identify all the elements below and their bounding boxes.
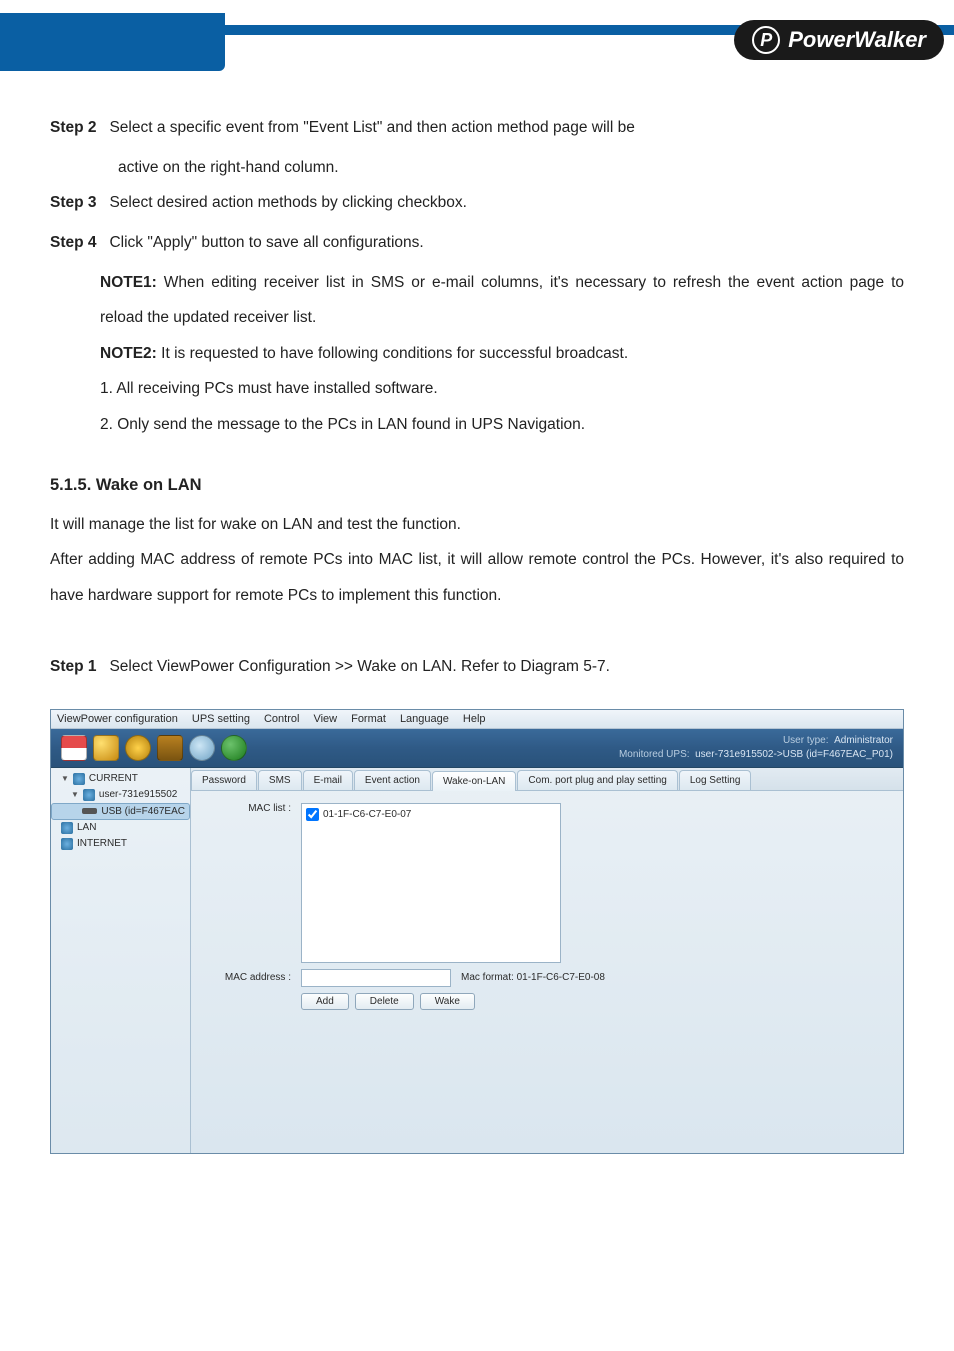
usb-icon (82, 808, 97, 814)
user-type-label: User type: (783, 735, 829, 746)
brand-logo-icon: P (752, 26, 780, 54)
note-1-label: NOTE1: (100, 274, 157, 291)
step-2-text-a: Select a specific event from "Event List… (109, 119, 634, 136)
mac-list-item[interactable]: 01-1F-C6-C7-E0-07 (306, 808, 556, 821)
menu-viewpower[interactable]: ViewPower configuration (57, 713, 178, 725)
tree-current[interactable]: ▼ CURRENT (51, 771, 190, 787)
wake-button[interactable]: Wake (420, 993, 475, 1010)
tab-email[interactable]: E-mail (303, 770, 353, 790)
tree-internet[interactable]: INTERNET (51, 836, 190, 852)
user-info: User type: Administrator Monitored UPS: … (619, 734, 893, 762)
mac-address-input[interactable] (301, 969, 451, 987)
chevron-down-icon: ▼ (61, 774, 69, 783)
app-body: ▼ CURRENT ▼ user-731e915502 USB (id=F467… (51, 768, 903, 1153)
note-2: NOTE2: It is requested to have following… (50, 336, 904, 372)
brand-logo: P PowerWalker (734, 20, 944, 60)
document-content: Step 2 Select a specific event from "Eve… (0, 80, 954, 709)
screen-icon (61, 822, 73, 834)
screen-icon (61, 838, 73, 850)
menu-language[interactable]: Language (400, 713, 449, 725)
mac-listbox[interactable]: 01-1F-C6-C7-E0-07 (301, 803, 561, 963)
tree-internet-label: INTERNET (77, 838, 127, 849)
tree-panel: ▼ CURRENT ▼ user-731e915502 USB (id=F467… (51, 768, 191, 1153)
tab-log-setting[interactable]: Log Setting (679, 770, 752, 790)
step-3: Step 3 Select desired action methods by … (50, 185, 904, 221)
mac-list-item-text: 01-1F-C6-C7-E0-07 (323, 809, 411, 820)
list-item-2: 2. Only send the message to the PCs in L… (50, 407, 904, 443)
menu-help[interactable]: Help (463, 713, 486, 725)
section-para-1: It will manage the list for wake on LAN … (50, 507, 904, 543)
mac-address-label: MAC address : (211, 972, 291, 983)
menu-ups-setting[interactable]: UPS setting (192, 713, 250, 725)
chevron-down-icon: ▼ (71, 790, 79, 799)
tab-com-port[interactable]: Com. port plug and play setting (517, 770, 677, 790)
add-button[interactable]: Add (301, 993, 349, 1010)
toolbar-globe-icon[interactable] (221, 735, 247, 761)
delete-button[interactable]: Delete (355, 993, 414, 1010)
tree-user-label: user-731e915502 (99, 789, 177, 800)
toolbar-icons (61, 735, 247, 761)
toolbar: User type: Administrator Monitored UPS: … (51, 729, 903, 768)
step-1-wol-label: Step 1 (50, 658, 97, 675)
step-2-continued: active on the right-hand column. (50, 150, 904, 186)
monitored-ups-label: Monitored UPS: (619, 749, 690, 760)
menubar: ViewPower configuration UPS setting Cont… (51, 710, 903, 729)
toolbar-settings-icon[interactable] (125, 735, 151, 761)
user-type-value: Administrator (834, 735, 893, 746)
tab-sms[interactable]: SMS (258, 770, 302, 790)
app-screenshot: ViewPower configuration UPS setting Cont… (0, 709, 954, 1154)
menu-format[interactable]: Format (351, 713, 386, 725)
note-1: NOTE1: When editing receiver list in SMS… (50, 265, 904, 336)
step-1-wol-text: Select ViewPower Configuration >> Wake o… (109, 658, 610, 675)
step-4-text: Click "Apply" button to save all configu… (109, 234, 423, 251)
toolbar-icon-1[interactable] (61, 735, 87, 761)
screen-icon (73, 773, 85, 785)
mac-list-label: MAC list : (211, 803, 291, 814)
note-1-text: When editing receiver list in SMS or e-m… (100, 274, 904, 327)
step-1-wol: Step 1 Select ViewPower Configuration >>… (50, 649, 904, 685)
toolbar-icon-2[interactable] (93, 735, 119, 761)
step-2: Step 2 Select a specific event from "Eve… (50, 110, 904, 146)
menu-view[interactable]: View (313, 713, 337, 725)
tree-current-label: CURRENT (89, 773, 138, 784)
tree-lan-label: LAN (77, 822, 96, 833)
page-header: P PowerWalker (0, 0, 954, 80)
step-4-label: Step 4 (50, 234, 97, 251)
mac-list-item-checkbox[interactable] (306, 808, 319, 821)
menu-control[interactable]: Control (264, 713, 299, 725)
mac-format-hint: Mac format: 01-1F-C6-C7-E0-08 (461, 972, 605, 983)
brand-logo-text: PowerWalker (788, 27, 926, 53)
tree-lan[interactable]: LAN (51, 820, 190, 836)
tab-password[interactable]: Password (191, 770, 257, 790)
list-item-1: 1. All receiving PCs must have installed… (50, 371, 904, 407)
step-3-text: Select desired action methods by clickin… (109, 194, 467, 211)
tab-bar: Password SMS E-mail Event action Wake-on… (191, 768, 903, 791)
note-2-text: It is requested to have following condit… (157, 345, 628, 362)
right-panel: Password SMS E-mail Event action Wake-on… (191, 768, 903, 1153)
tab-event-action[interactable]: Event action (354, 770, 431, 790)
tab-wake-on-lan[interactable]: Wake-on-LAN (432, 771, 516, 791)
step-4: Step 4 Click "Apply" button to save all … (50, 225, 904, 261)
step-3-label: Step 3 (50, 194, 97, 211)
app-window: ViewPower configuration UPS setting Cont… (50, 709, 904, 1154)
tree-usb-selected[interactable]: USB (id=F467EAC (51, 803, 190, 820)
toolbar-search-icon[interactable] (189, 735, 215, 761)
tree-usb-label: USB (id=F467EAC (101, 806, 185, 817)
tree-user[interactable]: ▼ user-731e915502 (51, 787, 190, 803)
note-2-label: NOTE2: (100, 345, 157, 362)
tab-content: MAC list : 01-1F-C6-C7-E0-07 MAC address… (191, 791, 903, 1153)
section-para-2: After adding MAC address of remote PCs i… (50, 542, 904, 613)
pc-icon (83, 789, 95, 801)
toolbar-lock-icon[interactable] (157, 735, 183, 761)
monitored-ups-value: user-731e915502->USB (id=F467EAC_P01) (695, 749, 893, 760)
step-2-label: Step 2 (50, 119, 97, 136)
section-heading: 5.1.5. Wake on LAN (50, 467, 904, 505)
